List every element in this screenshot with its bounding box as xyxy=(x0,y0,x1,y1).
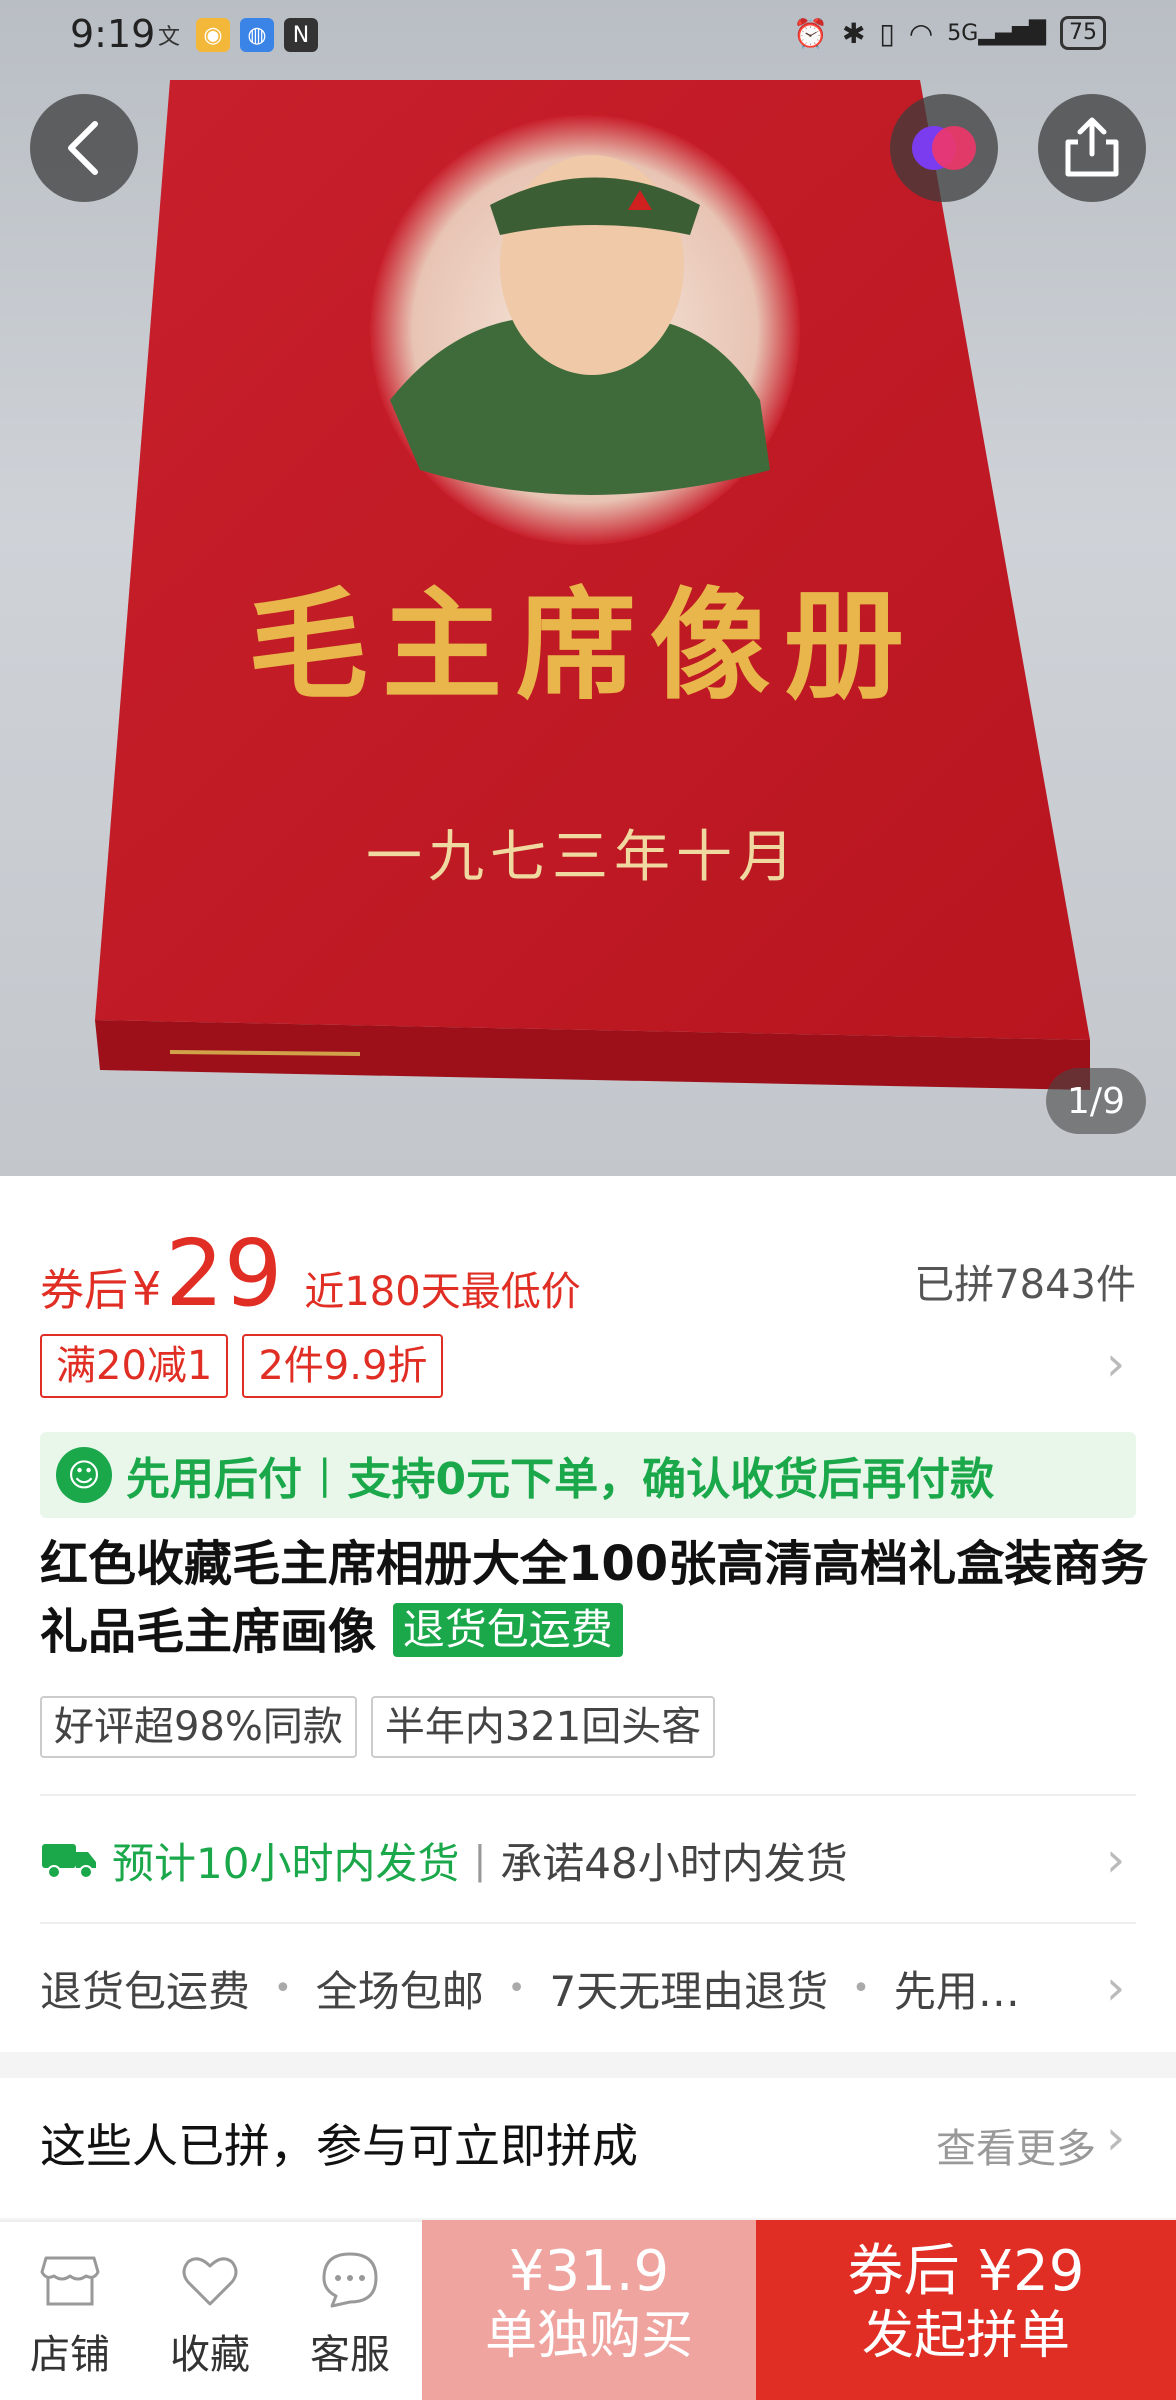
alarm-icon: ⏰ xyxy=(793,16,828,50)
pay-later-title: 先用后付 xyxy=(126,1454,302,1505)
start-group-buy-button[interactable]: 券后 ¥29 发起拼单 xyxy=(756,2220,1176,2400)
shipping-estimate: 预计10小时内发货 xyxy=(112,1838,460,1888)
product-title: 红色收藏毛主席相册大全100张高清高档礼盒装商务礼品毛主席画像 退货包运费 xyxy=(40,1530,1150,1666)
battery-indicator: 75 xyxy=(1060,16,1106,50)
chevron-right-icon[interactable]: › xyxy=(1106,1336,1125,1392)
album-date-text: 一九七三年十月 xyxy=(366,825,800,890)
divider xyxy=(40,1922,1136,1924)
free-return-badge: 退货包运费 xyxy=(392,1603,623,1657)
sold-count: 已拼7843件 xyxy=(914,1262,1136,1308)
price-row: 券后 ¥ 29 近180天最低价 xyxy=(40,1220,581,1327)
lowest-price-note: 近180天最低价 xyxy=(304,1269,581,1315)
nfc-icon: N xyxy=(284,18,318,52)
review-tag[interactable]: 半年内321回头客 xyxy=(370,1696,716,1758)
chevron-right-icon[interactable]: › xyxy=(1106,1960,1125,2016)
single-label: 单独购买 xyxy=(484,2306,693,2366)
favorite-label: 收藏 xyxy=(170,2332,250,2378)
status-system-icons: ⏰ ✱ ▯ ◠ 5G▂▄▆█ 75 xyxy=(793,16,1106,50)
separator: | xyxy=(473,1838,487,1882)
assistant-button[interactable] xyxy=(890,94,998,202)
price-amount: 29 xyxy=(165,1220,283,1327)
back-button[interactable] xyxy=(30,94,138,202)
promo-tag[interactable]: 满20减1 xyxy=(40,1334,229,1398)
dot-separator: • xyxy=(852,1970,870,2006)
single-price: ¥31.9 xyxy=(508,2239,670,2304)
image-counter: 1/9 xyxy=(1046,1068,1146,1134)
truck-icon xyxy=(42,1844,96,1879)
shop-button[interactable]: 店铺 xyxy=(10,2248,130,2380)
group-price: 券后 ¥29 xyxy=(847,2239,1085,2304)
signal-icon: 5G▂▄▆█ xyxy=(947,20,1046,46)
service-item: 退货包运费 xyxy=(40,1966,251,2016)
share-icon xyxy=(1065,117,1119,177)
wifi-icon: ◠ xyxy=(908,16,934,50)
status-notification-icons: 文 ◉ ◍ N xyxy=(152,18,318,52)
promo-tag[interactable]: 2件9.9折 xyxy=(242,1334,444,1398)
store-icon xyxy=(40,2256,100,2306)
divider xyxy=(40,1794,1136,1796)
promo-tags[interactable]: 满20减1 2件9.9折 xyxy=(40,1334,444,1398)
chevron-right-icon[interactable]: › xyxy=(1106,1832,1125,1888)
price-label: 券后 xyxy=(40,1265,128,1316)
shop-label: 店铺 xyxy=(30,2332,110,2378)
bluetooth-icon: ✱ xyxy=(841,16,866,50)
group-label: 发起拼单 xyxy=(861,2306,1070,2366)
chevron-right-icon[interactable]: › xyxy=(1106,2110,1125,2166)
text-app-icon: 文 xyxy=(157,25,180,50)
service-row[interactable]: 退货包运费 • 全场包邮 • 7天无理由退货 • 先用… xyxy=(40,1950,1020,2026)
chat-bubble-icon xyxy=(322,2252,378,2308)
shipping-promise: 承诺48小时内发货 xyxy=(500,1838,848,1888)
chevron-left-icon xyxy=(68,121,98,175)
customer-service-label: 客服 xyxy=(310,2332,390,2378)
service-item: 全场包邮 xyxy=(315,1966,484,2016)
pay-later-desc: 支持0元下单，确认收货后再付款 xyxy=(347,1454,995,1505)
assistant-orb-icon xyxy=(912,126,976,170)
see-more-link[interactable]: 查看更多 xyxy=(936,2116,1096,2174)
pay-later-banner[interactable]: ☺ 先用后付 | 支持0元下单，确认收货后再付款 xyxy=(40,1432,1136,1518)
separator: | xyxy=(318,1452,332,1498)
buy-single-button[interactable]: ¥31.9 单独购买 xyxy=(422,2220,756,2400)
heart-icon xyxy=(182,2257,238,2306)
price-currency: ¥ xyxy=(132,1262,162,1316)
customer-service-button[interactable]: 客服 xyxy=(290,2248,410,2380)
weibo-icon: ◉ xyxy=(196,18,230,52)
service-item: 先用… xyxy=(893,1966,1020,2016)
dot-separator: • xyxy=(274,1970,292,2006)
pay-later-badge-icon: ☺ xyxy=(56,1447,112,1503)
review-tags[interactable]: 好评超98%同款 半年内321回头客 xyxy=(40,1696,716,1758)
vibrate-icon: ▯ xyxy=(879,16,895,50)
service-item: 7天无理由退货 xyxy=(549,1966,829,2016)
status-bar: 9:19 文 ◉ ◍ N ⏰ ✱ ▯ ◠ 5G▂▄▆█ 75 xyxy=(0,0,1176,70)
shipping-row[interactable]: 预计10小时内发货 | 承诺48小时内发货 xyxy=(40,1822,848,1898)
review-tag[interactable]: 好评超98%同款 xyxy=(40,1696,357,1758)
group-buy-title: 这些人已拼，参与可立即拼成 xyxy=(40,2119,638,2173)
dot-separator: • xyxy=(507,1970,526,2006)
share-button[interactable] xyxy=(1038,94,1146,202)
favorite-button[interactable]: 收藏 xyxy=(150,2248,270,2380)
status-time: 9:19 xyxy=(70,12,156,56)
browser-icon: ◍ xyxy=(240,18,274,52)
album-title-text: 毛主席像册 xyxy=(248,575,918,716)
